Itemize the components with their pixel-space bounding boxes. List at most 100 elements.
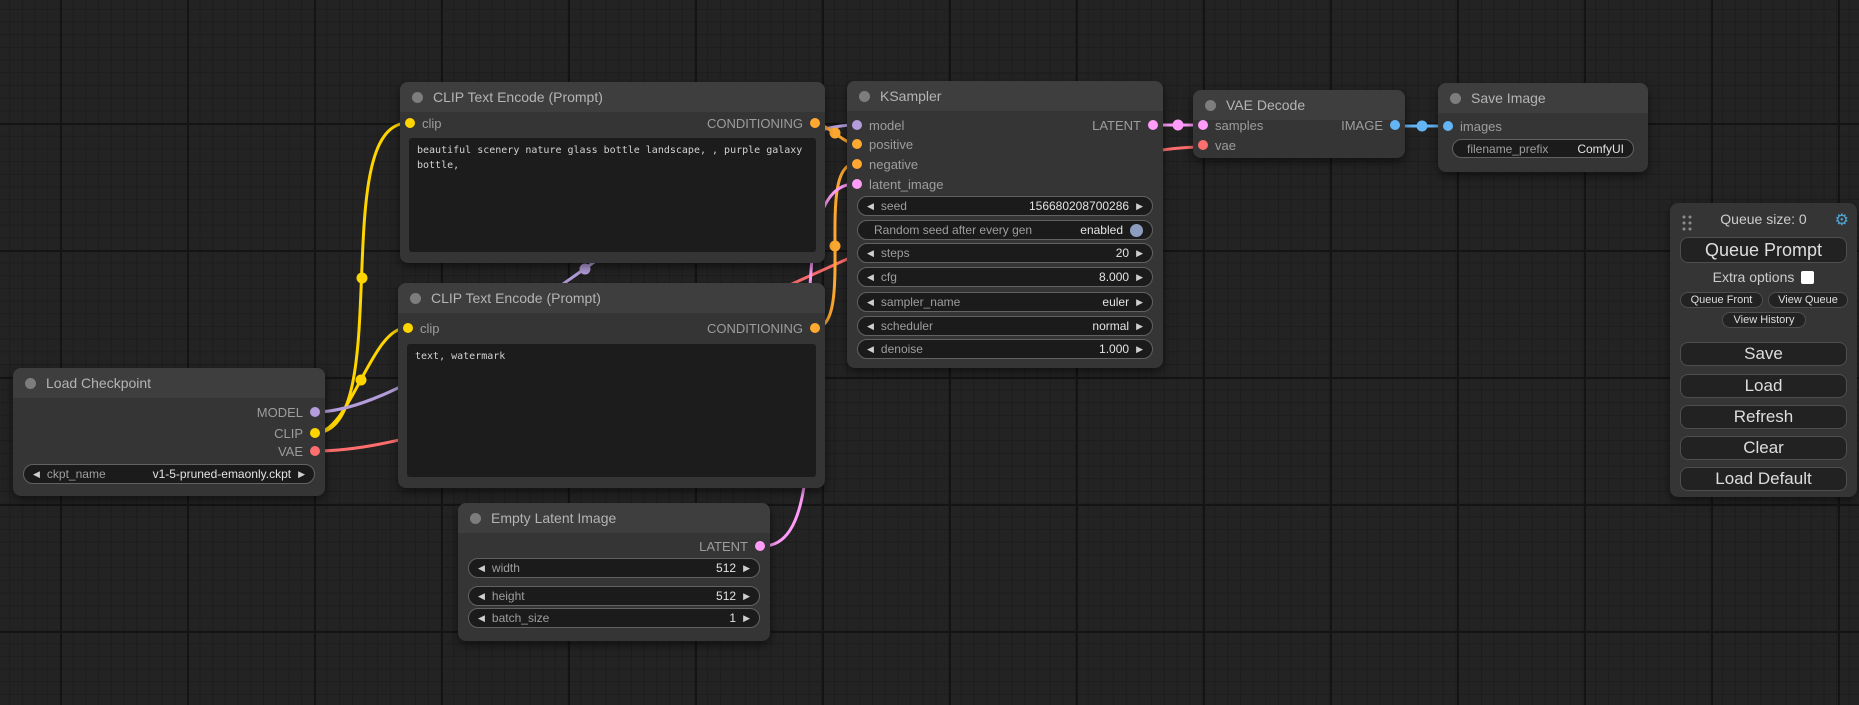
latent-port[interactable] [852, 179, 862, 189]
vae-port[interactable] [310, 446, 320, 456]
model-port[interactable] [310, 407, 320, 417]
vae-port[interactable] [1198, 140, 1208, 150]
increment-arrow-icon[interactable]: ▶ [743, 614, 750, 623]
decrement-arrow-icon[interactable]: ◀ [33, 470, 40, 479]
image-port[interactable] [1443, 121, 1453, 131]
latent-port[interactable] [1198, 120, 1208, 130]
denoise-widget[interactable]: ◀ denoise 1.000 ▶ [857, 339, 1153, 359]
sampler-name-widget[interactable]: ◀ sampler_name euler ▶ [857, 292, 1153, 312]
node-clip-positive-header[interactable]: CLIP Text Encode (Prompt) [400, 82, 825, 112]
node-empty-latent-header[interactable]: Empty Latent Image [458, 503, 770, 533]
view-queue-button[interactable]: View Queue [1768, 292, 1848, 308]
output-slot-latent: LATENT [1092, 115, 1163, 135]
node-empty-latent-image[interactable]: Empty Latent Image LATENT ◀ width 512 ▶ … [458, 503, 770, 641]
increment-arrow-icon[interactable]: ▶ [1136, 273, 1143, 282]
ckpt-name-widget[interactable]: ◀ ckpt_name v1-5-pruned-emaonly.ckpt ▶ [23, 464, 315, 484]
output-slot-clip: CLIP [274, 423, 325, 443]
collapse-dot-icon[interactable] [412, 92, 423, 103]
conditioning-port[interactable] [852, 139, 862, 149]
decrement-arrow-icon[interactable]: ◀ [867, 298, 874, 307]
widget-value: 20 [1116, 246, 1129, 260]
cfg-widget[interactable]: ◀ cfg 8.000 ▶ [857, 267, 1153, 287]
increment-arrow-icon[interactable]: ▶ [743, 592, 750, 601]
node-clip-text-encode-positive[interactable]: CLIP Text Encode (Prompt) clip CONDITION… [400, 82, 825, 263]
comfyui-canvas[interactable]: { "colors": { "model": "#B39DDB", "clip"… [0, 0, 1859, 705]
increment-arrow-icon[interactable]: ▶ [1136, 345, 1143, 354]
clear-button[interactable]: Clear [1680, 436, 1847, 460]
clip-port[interactable] [310, 428, 320, 438]
input-slot-clip: clip [400, 113, 442, 133]
filename-prefix-widget[interactable]: filename_prefix ComfyUI [1452, 139, 1634, 158]
view-history-button[interactable]: View History [1722, 312, 1806, 328]
increment-arrow-icon[interactable]: ▶ [1136, 249, 1143, 258]
increment-arrow-icon[interactable]: ▶ [1136, 298, 1143, 307]
node-load-checkpoint-header[interactable]: Load Checkpoint [13, 368, 325, 398]
input-slot-clip: clip [398, 318, 440, 338]
collapse-dot-icon[interactable] [859, 91, 870, 102]
conditioning-port[interactable] [810, 118, 820, 128]
decrement-arrow-icon[interactable]: ◀ [867, 345, 874, 354]
node-save-image[interactable]: Save Image images filename_prefix ComfyU… [1438, 83, 1648, 172]
increment-arrow-icon[interactable]: ▶ [743, 564, 750, 573]
positive-prompt-textarea[interactable]: beautiful scenery nature glass bottle la… [409, 138, 816, 252]
node-load-checkpoint[interactable]: Load Checkpoint MODEL CLIP VAE ◀ ckpt_na… [13, 368, 325, 496]
image-port[interactable] [1390, 120, 1400, 130]
clip-port[interactable] [405, 118, 415, 128]
load-default-button[interactable]: Load Default [1680, 467, 1847, 491]
decrement-arrow-icon[interactable]: ◀ [867, 273, 874, 282]
widget-value: 156680208700286 [1029, 199, 1129, 213]
height-widget[interactable]: ◀ height 512 ▶ [468, 586, 760, 606]
batch-size-widget[interactable]: ◀ batch_size 1 ▶ [468, 608, 760, 628]
node-ksampler-header[interactable]: KSampler [847, 81, 1163, 111]
latent-port[interactable] [755, 541, 765, 551]
node-title: VAE Decode [1226, 97, 1305, 113]
gear-icon[interactable]: ⚙ [1835, 210, 1849, 230]
negative-prompt-textarea[interactable]: text, watermark [407, 344, 816, 477]
width-widget[interactable]: ◀ width 512 ▶ [468, 558, 760, 578]
collapse-dot-icon[interactable] [25, 378, 36, 389]
queue-prompt-button[interactable]: Queue Prompt [1680, 237, 1847, 263]
collapse-dot-icon[interactable] [1205, 100, 1216, 111]
seed-widget[interactable]: ◀ seed 156680208700286 ▶ [857, 196, 1153, 216]
node-save-image-header[interactable]: Save Image [1438, 83, 1648, 113]
latent-port[interactable] [1148, 120, 1158, 130]
toggle-icon[interactable] [1130, 224, 1143, 237]
widget-label: Random seed after every gen [874, 223, 1032, 237]
conditioning-port[interactable] [810, 323, 820, 333]
decrement-arrow-icon[interactable]: ◀ [867, 202, 874, 211]
clip-port[interactable] [403, 323, 413, 333]
increment-arrow-icon[interactable]: ▶ [1136, 322, 1143, 331]
output-slot-vae: VAE [278, 441, 325, 461]
widget-value: 512 [716, 561, 736, 575]
node-clip-text-encode-negative[interactable]: CLIP Text Encode (Prompt) clip CONDITION… [398, 283, 825, 488]
decrement-arrow-icon[interactable]: ◀ [867, 322, 874, 331]
refresh-button[interactable]: Refresh [1680, 405, 1847, 429]
collapse-dot-icon[interactable] [470, 513, 481, 524]
decrement-arrow-icon[interactable]: ◀ [478, 564, 485, 573]
node-vae-decode[interactable]: VAE Decode samples vae IMAGE [1193, 90, 1405, 158]
node-clip-negative-header[interactable]: CLIP Text Encode (Prompt) [398, 283, 825, 313]
extra-options-label: Extra options [1713, 269, 1795, 285]
random-seed-widget[interactable]: Random seed after every gen enabled [857, 220, 1153, 240]
increment-arrow-icon[interactable]: ▶ [1136, 202, 1143, 211]
conditioning-port[interactable] [852, 159, 862, 169]
save-button[interactable]: Save [1680, 342, 1847, 366]
widget-value: ComfyUI [1577, 142, 1624, 156]
extra-options-checkbox[interactable] [1801, 271, 1814, 284]
decrement-arrow-icon[interactable]: ◀ [478, 592, 485, 601]
scheduler-widget[interactable]: ◀ scheduler normal ▶ [857, 316, 1153, 336]
decrement-arrow-icon[interactable]: ◀ [867, 249, 874, 258]
increment-arrow-icon[interactable]: ▶ [298, 470, 305, 479]
input-slot-samples: samples [1193, 115, 1263, 135]
decrement-arrow-icon[interactable]: ◀ [478, 614, 485, 623]
steps-widget[interactable]: ◀ steps 20 ▶ [857, 243, 1153, 263]
input-slot-model: model [847, 115, 904, 135]
collapse-dot-icon[interactable] [410, 293, 421, 304]
collapse-dot-icon[interactable] [1450, 93, 1461, 104]
widget-label: height [492, 589, 525, 603]
queue-front-button[interactable]: Queue Front [1680, 292, 1763, 308]
load-button[interactable]: Load [1680, 374, 1847, 398]
node-ksampler[interactable]: KSampler model positive negative latent_… [847, 81, 1163, 368]
model-port[interactable] [852, 120, 862, 130]
widget-label: denoise [881, 342, 923, 356]
